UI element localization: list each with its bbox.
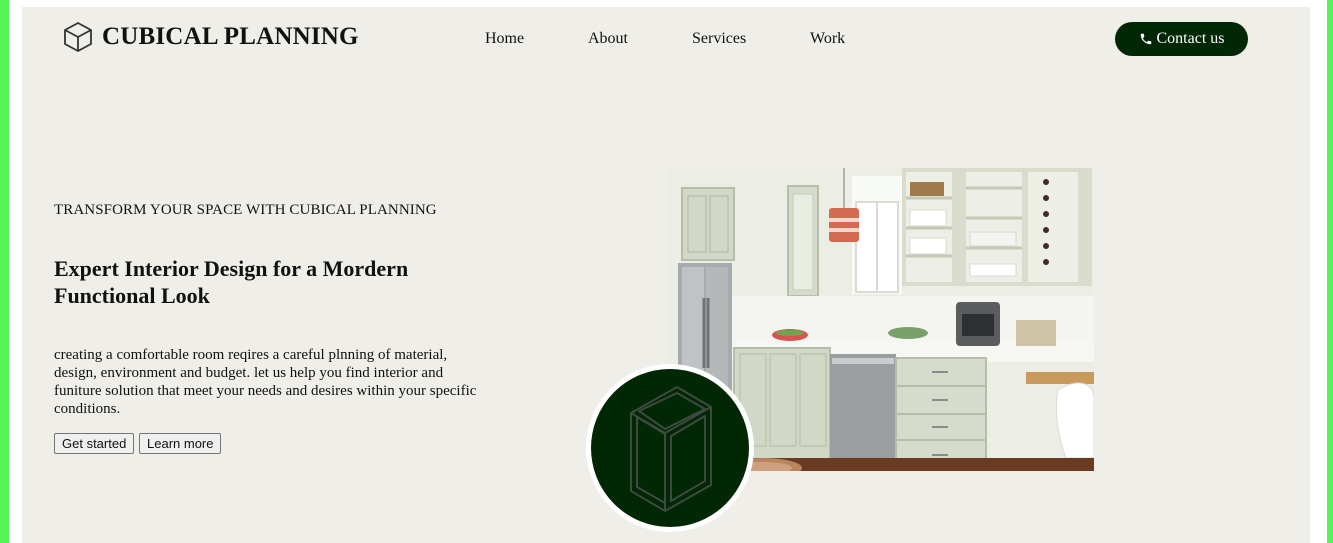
brand-name: CUBICAL PLANNING bbox=[102, 23, 359, 50]
phone-icon bbox=[1140, 33, 1151, 45]
right-edge-bar bbox=[1327, 0, 1333, 543]
hero-headline: Expert Interior Design for a Mordern Fun… bbox=[54, 256, 409, 308]
contact-label: Contact us bbox=[1156, 30, 1225, 47]
get-started-button[interactable]: Get started bbox=[54, 433, 135, 454]
contact-button[interactable]: Contact us bbox=[1115, 22, 1248, 56]
page: CUBICAL PLANNING Home About Services Wor… bbox=[22, 7, 1310, 543]
learn-more-button[interactable]: Learn more bbox=[139, 433, 222, 454]
nav-about[interactable]: About bbox=[588, 30, 628, 48]
nav-services[interactable]: Services bbox=[692, 30, 746, 48]
nav-work[interactable]: Work bbox=[810, 30, 845, 48]
logo[interactable]: CUBICAL PLANNING bbox=[62, 21, 359, 53]
nav-home[interactable]: Home bbox=[485, 30, 524, 48]
hero-description: creating a comfortable room reqires a ca… bbox=[54, 347, 477, 417]
cube-icon bbox=[64, 22, 92, 52]
cube-badge bbox=[586, 364, 754, 532]
cube-icon bbox=[630, 386, 712, 512]
left-edge-bar bbox=[0, 0, 9, 543]
hero-eyebrow: TRANSFORM YOUR SPACE WITH CUBICAL PLANNI… bbox=[54, 202, 437, 218]
